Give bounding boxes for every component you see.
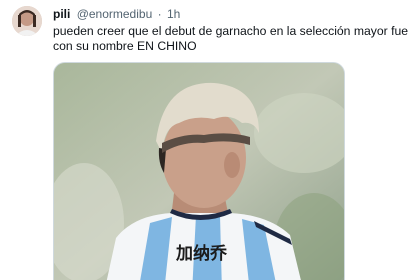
player-photo: 加纳乔 [54, 63, 344, 280]
author-avatar[interactable] [12, 6, 42, 36]
tweet-card[interactable]: pili @enormedibu · 1h pueden creer que e… [0, 0, 420, 280]
tweet-header: pili @enormedibu · 1h [53, 7, 180, 21]
author-display-name[interactable]: pili [53, 7, 70, 21]
header-separator: · [157, 7, 162, 21]
author-handle[interactable]: @enormedibu [77, 7, 153, 21]
avatar-image [12, 6, 42, 36]
tweet-timestamp[interactable]: 1h [167, 7, 180, 21]
tweet-media-photo[interactable]: 加纳乔 [53, 62, 345, 280]
jersey-name-text: 加纳乔 [175, 243, 228, 264]
tweet-text: pueden creer que el debut de garnacho en… [53, 24, 409, 53]
